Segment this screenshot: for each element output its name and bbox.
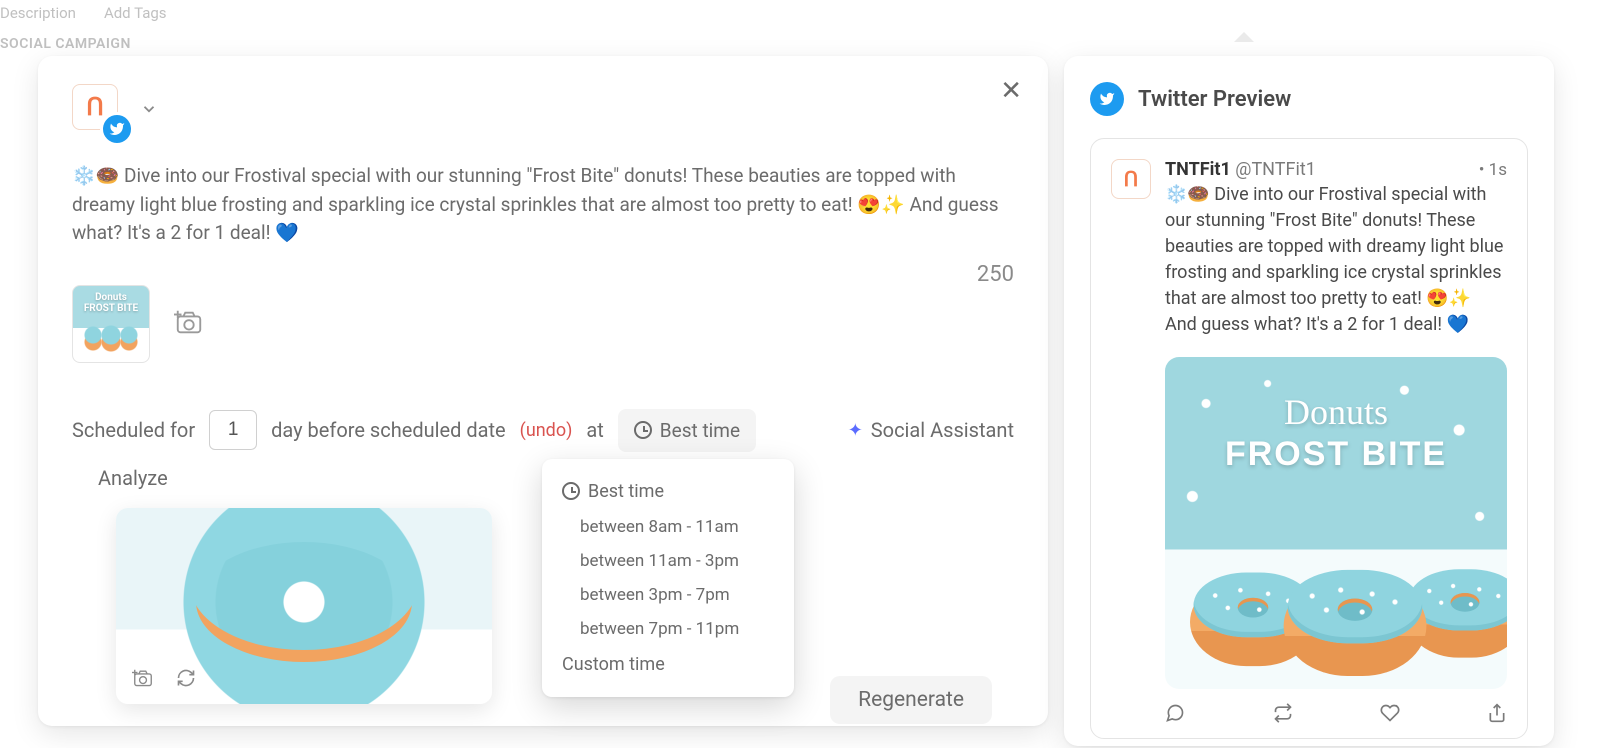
schedule-row: Scheduled for day before scheduled date … xyxy=(72,409,1014,490)
compose-panel: ✕ ᑎ ❄️🍩 Dive into our Frostival special … xyxy=(38,56,1048,726)
dropdown-option-3[interactable]: └between 7pm - 11pm xyxy=(542,612,794,646)
tweet-avatar: ᑎ xyxy=(1111,159,1151,199)
account-avatar: ᑎ xyxy=(72,84,126,138)
social-assistant-button[interactable]: ✦ Social Assistant xyxy=(848,418,1014,442)
days-before-input[interactable] xyxy=(209,410,257,450)
schedule-at-label: at xyxy=(586,418,603,442)
social-assistant-label: Social Assistant xyxy=(871,418,1014,442)
schedule-label-mid: day before scheduled date xyxy=(271,418,506,442)
close-button[interactable]: ✕ xyxy=(1000,78,1022,104)
share-icon[interactable] xyxy=(1487,703,1507,728)
bg-section-title: SOCIAL CAMPAIGN xyxy=(0,36,1600,52)
dropdown-option-0[interactable]: └between 8am - 11am xyxy=(542,510,794,544)
schedule-label-prefix: Scheduled for xyxy=(72,418,195,442)
image-editor-card xyxy=(116,508,492,704)
dropdown-custom-time[interactable]: Custom time xyxy=(542,646,794,683)
best-time-label: Best time xyxy=(660,419,740,442)
dropdown-best-time-header[interactable]: Best time xyxy=(542,473,794,510)
dropdown-option-2[interactable]: └between 3pm - 7pm xyxy=(542,578,794,612)
thumb-title-line2: FROST BITE xyxy=(84,303,138,314)
clock-icon xyxy=(562,482,580,500)
refresh-icon[interactable] xyxy=(176,668,196,692)
replace-image-icon[interactable] xyxy=(132,668,154,692)
tweet-timestamp: • 1s xyxy=(1479,160,1507,180)
analyze-button[interactable]: Analyze xyxy=(98,466,168,490)
dropdown-option-1[interactable]: └between 11am - 3pm xyxy=(542,544,794,578)
sparkle-icon: ✦ xyxy=(848,420,863,441)
undo-link[interactable]: (undo) xyxy=(520,420,573,441)
chevron-down-icon[interactable] xyxy=(140,100,158,122)
background-faded: Description Add Tags SOCIAL CAMPAIGN mpl xyxy=(0,0,1600,60)
tweet-image: Donuts FROST BITE xyxy=(1165,357,1507,689)
attached-image-thumbnail[interactable]: Donuts FROST BITE xyxy=(72,285,150,363)
twitter-icon xyxy=(1090,82,1124,116)
tweet-account-name: TNTFit1 xyxy=(1165,159,1231,180)
thumb-title-line1: Donuts xyxy=(95,292,127,303)
tweet-handle: @TNTFit1 xyxy=(1235,159,1316,180)
clock-icon xyxy=(634,421,652,439)
compose-textarea[interactable]: ❄️🍩 Dive into our Frostival special with… xyxy=(72,162,1014,248)
preview-panel: Twitter Preview ᑎ TNTFit1 @TNTFit1 • 1s … xyxy=(1064,56,1554,746)
tweet-actions xyxy=(1165,703,1507,728)
retweet-icon[interactable] xyxy=(1272,703,1294,728)
reply-icon[interactable] xyxy=(1165,703,1185,728)
character-count: 250 xyxy=(72,262,1014,287)
panel-caret-icon xyxy=(1234,32,1254,42)
bg-add-tags: Add Tags xyxy=(104,4,167,22)
like-icon[interactable] xyxy=(1380,703,1400,728)
tweet-image-title-2: FROST BITE xyxy=(1165,435,1507,474)
twitter-badge-icon xyxy=(100,112,134,146)
analyze-label: Analyze xyxy=(98,466,168,490)
regenerate-button[interactable]: Regenerate xyxy=(830,676,992,724)
tweet-image-title-1: Donuts xyxy=(1284,392,1388,432)
tweet-card: ᑎ TNTFit1 @TNTFit1 • 1s ❄️🍩 Dive into ou… xyxy=(1090,138,1528,739)
add-media-icon[interactable] xyxy=(174,308,204,340)
account-selector[interactable]: ᑎ xyxy=(72,84,1014,138)
tweet-body: ❄️🍩 Dive into our Frostival special with… xyxy=(1165,182,1507,339)
best-time-dropdown: Best time └between 8am - 11am └between 1… xyxy=(542,459,794,697)
bg-description-link: Description xyxy=(0,4,76,22)
best-time-button[interactable]: Best time xyxy=(618,409,756,452)
preview-title: Twitter Preview xyxy=(1138,87,1291,112)
